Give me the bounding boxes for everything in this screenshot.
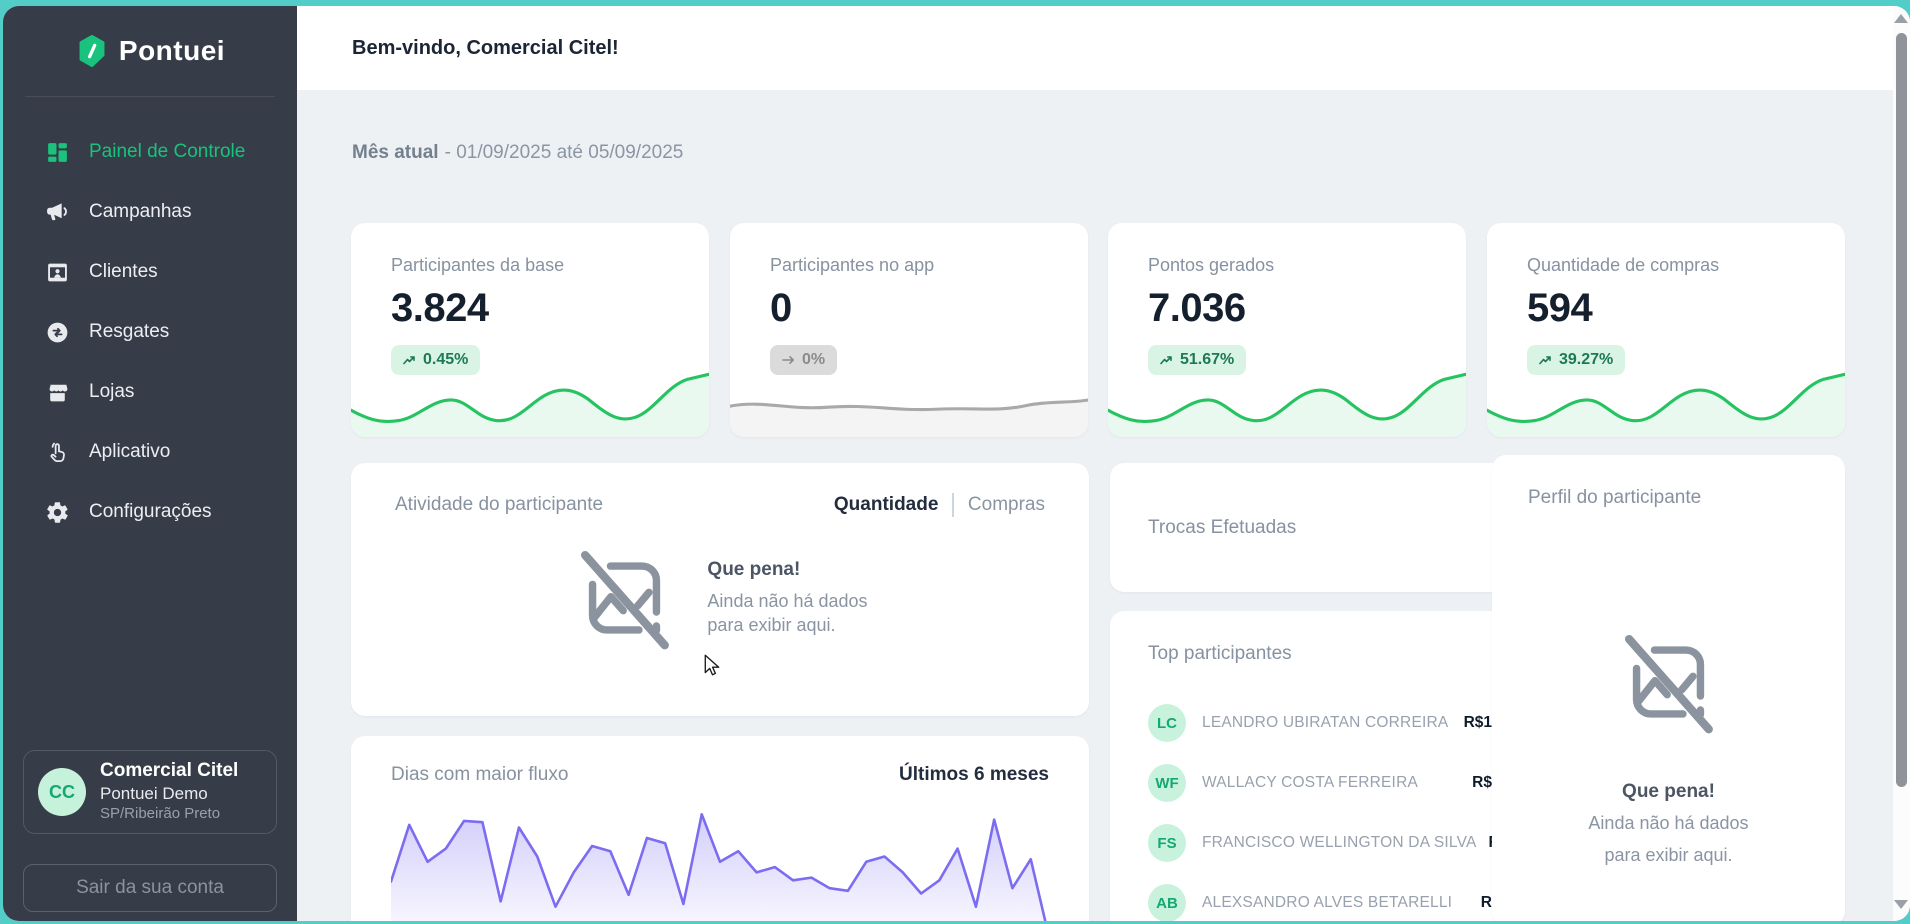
stat-value: 594 — [1527, 286, 1805, 331]
exchange-icon — [45, 319, 71, 345]
sidebar-item-painel-de-controle[interactable]: Painel de Controle — [3, 122, 297, 182]
main-area: Bem-vindo, Comercial Citel! Mês atual - 0… — [297, 6, 1893, 921]
empty-state-title: Que pena! — [1622, 781, 1715, 803]
account-card: CC Comercial Citel Pontuei Demo SP/Ribei… — [23, 750, 277, 834]
participant-name: FRANCISCO WELLINGTON DA SILVA — [1202, 834, 1477, 852]
stat-value: 7.036 — [1148, 286, 1426, 331]
account-avatar: CC — [38, 768, 86, 816]
flow-title: Dias com maior fluxo — [391, 764, 568, 786]
contact-card-icon — [45, 259, 71, 285]
scrollbar-down-arrow-icon[interactable] — [1894, 900, 1908, 909]
store-icon — [45, 379, 71, 405]
top-participants-list: LC LEANDRO UBIRATAN CORREIRA R$1 WF WALL… — [1148, 693, 1492, 921]
stat-value: 3.824 — [391, 286, 669, 331]
period-label: Mês atual — [352, 142, 439, 163]
stat-card-quantidade-compras: Quantidade de compras 594 39.27% — [1487, 223, 1845, 437]
top-bar: Bem-vindo, Comercial Citel! — [297, 6, 1893, 90]
stat-card-pontos-gerados: Pontos gerados 7.036 51.67% — [1108, 223, 1466, 437]
empty-state-line: Ainda não há dados — [1588, 811, 1748, 835]
flow-line-chart — [391, 796, 1049, 921]
exchanges-title: Trocas Efetuadas — [1148, 517, 1296, 539]
period-range: - 01/09/2025 até 05/09/2025 — [445, 142, 684, 163]
sidebar-nav: Painel de Controle Campanhas — [3, 122, 297, 542]
sidebar-item-resgates[interactable]: Resgates — [3, 302, 297, 362]
scrollbar-thumb[interactable] — [1896, 33, 1907, 787]
sidebar-item-label: Painel de Controle — [89, 141, 245, 163]
app-shell: Pontuei Painel de Controle — [3, 6, 1910, 921]
stat-value: 0 — [770, 286, 1048, 331]
list-item[interactable]: AB ALEXSANDRO ALVES BETARELLI R — [1148, 873, 1492, 921]
sparkline-gray — [730, 365, 1088, 437]
participant-name: ALEXSANDRO ALVES BETARELLI — [1202, 894, 1469, 912]
sidebar-item-campanhas[interactable]: Campanhas — [3, 182, 297, 242]
empty-state-line: para exibir aqui. — [707, 613, 867, 637]
activity-card: Atividade do participante Quantidade Com… — [351, 463, 1089, 716]
participant-name: WALLACY COSTA FERREIRA — [1202, 774, 1460, 792]
scrollbar — [1893, 6, 1910, 921]
sidebar-item-clientes[interactable]: Clientes — [3, 242, 297, 302]
empty-state-line: para exibir aqui. — [1588, 843, 1748, 867]
sidebar-item-aplicativo[interactable]: Aplicativo — [3, 422, 297, 482]
list-item[interactable]: WF WALLACY COSTA FERREIRA R$ — [1148, 753, 1492, 813]
account-name: Comercial Citel — [100, 760, 238, 783]
stat-card-participantes-base: Participantes da base 3.824 0.45% — [351, 223, 709, 437]
activity-title: Atividade do participante — [395, 494, 603, 516]
profile-card: Perfil do participante Que pena! Ainda n… — [1492, 455, 1845, 921]
no-data-icon — [572, 543, 677, 653]
participant-avatar: LC — [1148, 704, 1186, 742]
welcome-title: Bem-vindo, Comercial Citel! — [352, 37, 619, 60]
logout-button[interactable]: Sair da sua conta — [23, 864, 277, 912]
stat-title: Participantes no app — [770, 255, 1048, 276]
participant-amount: R$ — [1472, 774, 1492, 792]
profile-title: Perfil do participante — [1528, 487, 1809, 509]
participant-amount: R$1 — [1464, 714, 1492, 732]
stat-title: Pontos gerados — [1148, 255, 1426, 276]
sidebar-item-label: Configurações — [89, 501, 212, 523]
megaphone-icon — [45, 199, 71, 225]
account-location: SP/Ribeirão Preto — [100, 804, 238, 824]
sidebar: Pontuei Painel de Controle — [3, 6, 297, 921]
list-item[interactable]: LC LEANDRO UBIRATAN CORREIRA R$1 — [1148, 693, 1492, 753]
sparkline-green — [1108, 365, 1466, 437]
participant-avatar: WF — [1148, 764, 1186, 802]
empty-state-title: Que pena! — [707, 559, 867, 581]
scrollbar-up-arrow-icon[interactable] — [1894, 14, 1908, 23]
sidebar-item-label: Resgates — [89, 321, 169, 343]
sidebar-item-label: Lojas — [89, 381, 134, 403]
sparkline-green — [1487, 365, 1845, 437]
logo: Pontuei — [3, 6, 297, 96]
touch-icon — [45, 439, 71, 465]
logo-text: Pontuei — [119, 35, 225, 67]
flow-range-label: Últimos 6 meses — [899, 764, 1049, 786]
participant-avatar: FS — [1148, 824, 1186, 862]
stat-card-participantes-app: Participantes no app 0 0% — [730, 223, 1088, 437]
tab-quantidade[interactable]: Quantidade — [834, 494, 939, 516]
gear-icon — [45, 499, 71, 525]
stat-title: Quantidade de compras — [1527, 255, 1805, 276]
account-plan: Pontuei Demo — [100, 783, 238, 804]
sidebar-divider — [25, 96, 275, 97]
participant-avatar: AB — [1148, 884, 1186, 921]
sidebar-item-label: Aplicativo — [89, 441, 170, 463]
no-data-icon — [1616, 627, 1721, 737]
dashboard-icon — [45, 139, 71, 165]
participant-amount: R — [1481, 894, 1492, 912]
sparkline-green — [351, 365, 709, 437]
sidebar-item-label: Campanhas — [89, 201, 191, 223]
participant-name: LEANDRO UBIRATAN CORREIRA — [1202, 714, 1452, 732]
sidebar-item-label: Clientes — [89, 261, 158, 283]
tab-separator — [952, 493, 954, 517]
stat-title: Participantes da base — [391, 255, 669, 276]
list-item[interactable]: FS FRANCISCO WELLINGTON DA SILVA R$ — [1148, 813, 1492, 873]
empty-state-line: Ainda não há dados — [707, 589, 867, 613]
pontuei-logo-icon — [75, 34, 109, 68]
period-line: Mês atual - 01/09/2025 até 05/09/2025 — [352, 142, 683, 164]
flow-card: Dias com maior fluxo Últimos 6 meses — [351, 736, 1089, 921]
activity-tabs: Quantidade Compras — [834, 493, 1045, 517]
sidebar-item-configuracoes[interactable]: Configurações — [3, 482, 297, 542]
tab-compras[interactable]: Compras — [968, 494, 1045, 516]
sidebar-item-lojas[interactable]: Lojas — [3, 362, 297, 422]
